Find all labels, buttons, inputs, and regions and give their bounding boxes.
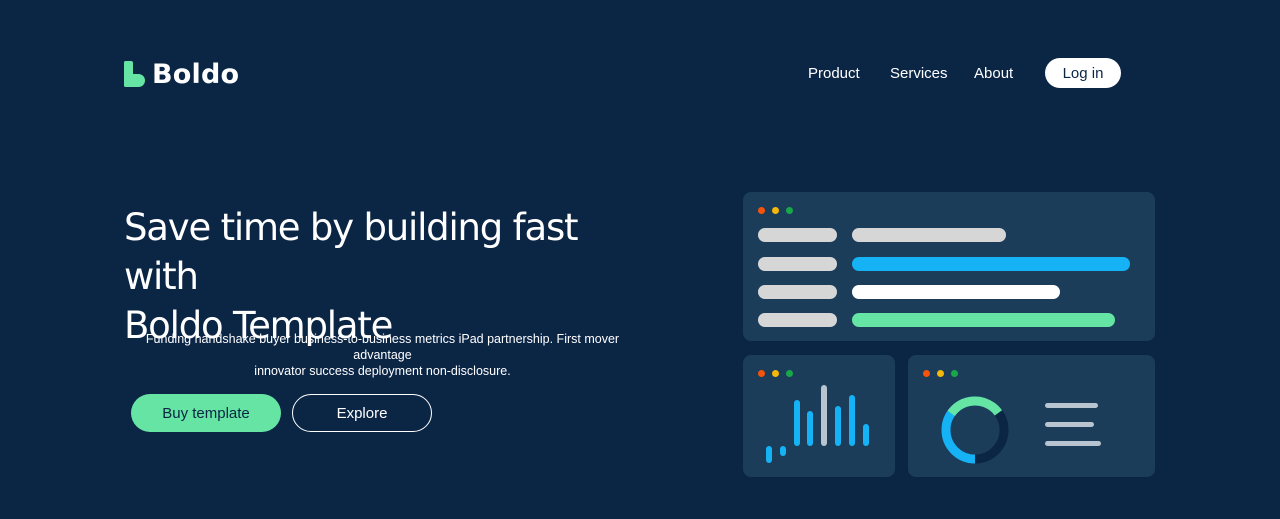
row-value-bar <box>852 228 1006 242</box>
chart-bar <box>766 446 772 463</box>
window-dot-green <box>951 370 958 377</box>
hero-subtitle: Funding handshake buyer business-to-busi… <box>120 331 645 379</box>
hero-subtitle-line-2: innovator success deployment non-disclos… <box>254 364 511 378</box>
nav-link-product[interactable]: Product <box>808 65 860 82</box>
nav-link-services[interactable]: Services <box>890 65 948 82</box>
buy-template-button[interactable]: Buy template <box>131 394 281 432</box>
bar-chart-card <box>743 355 895 477</box>
nav-link-about[interactable]: About <box>974 65 1013 82</box>
row-value-bar <box>852 313 1115 327</box>
row-label-bar <box>758 313 837 327</box>
brand-logo[interactable]: Boldo <box>124 58 239 90</box>
window-dots <box>923 370 965 377</box>
row-label-bar <box>758 257 837 271</box>
brand-name: Boldo <box>152 58 240 90</box>
legend-line <box>1045 422 1094 427</box>
chart-bar <box>807 411 813 446</box>
window-dot-green <box>786 207 793 214</box>
row-label-bar <box>758 228 837 242</box>
window-dot-red <box>758 207 765 214</box>
donut-chart-card <box>908 355 1155 477</box>
hero-title: Save time by building fast with Boldo Te… <box>124 203 644 350</box>
login-button[interactable]: Log in <box>1045 58 1121 88</box>
window-dot-yellow <box>937 370 944 377</box>
logo-icon <box>124 61 145 87</box>
window-dot-green <box>786 370 793 377</box>
donut-chart <box>941 396 1009 464</box>
window-dot-yellow <box>772 370 779 377</box>
chart-bar <box>794 400 800 446</box>
row-label-bar <box>758 285 837 299</box>
window-dot-red <box>758 370 765 377</box>
hero-title-line-1: Save time by building fast with <box>124 206 579 298</box>
window-dots <box>758 207 800 214</box>
chart-bar <box>780 446 786 456</box>
explore-button[interactable]: Explore <box>292 394 432 432</box>
chart-bar <box>849 395 855 446</box>
dashboard-list-card <box>743 192 1155 341</box>
window-dots <box>758 370 800 377</box>
row-value-bar <box>852 257 1130 271</box>
chart-bar <box>863 424 869 446</box>
legend-line <box>1045 441 1101 446</box>
window-dot-yellow <box>772 207 779 214</box>
row-value-bar <box>852 285 1060 299</box>
legend-line <box>1045 403 1098 408</box>
chart-bar <box>835 406 841 446</box>
hero-subtitle-line-1: Funding handshake buyer business-to-busi… <box>145 332 620 362</box>
chart-bar <box>821 385 827 446</box>
window-dot-red <box>923 370 930 377</box>
